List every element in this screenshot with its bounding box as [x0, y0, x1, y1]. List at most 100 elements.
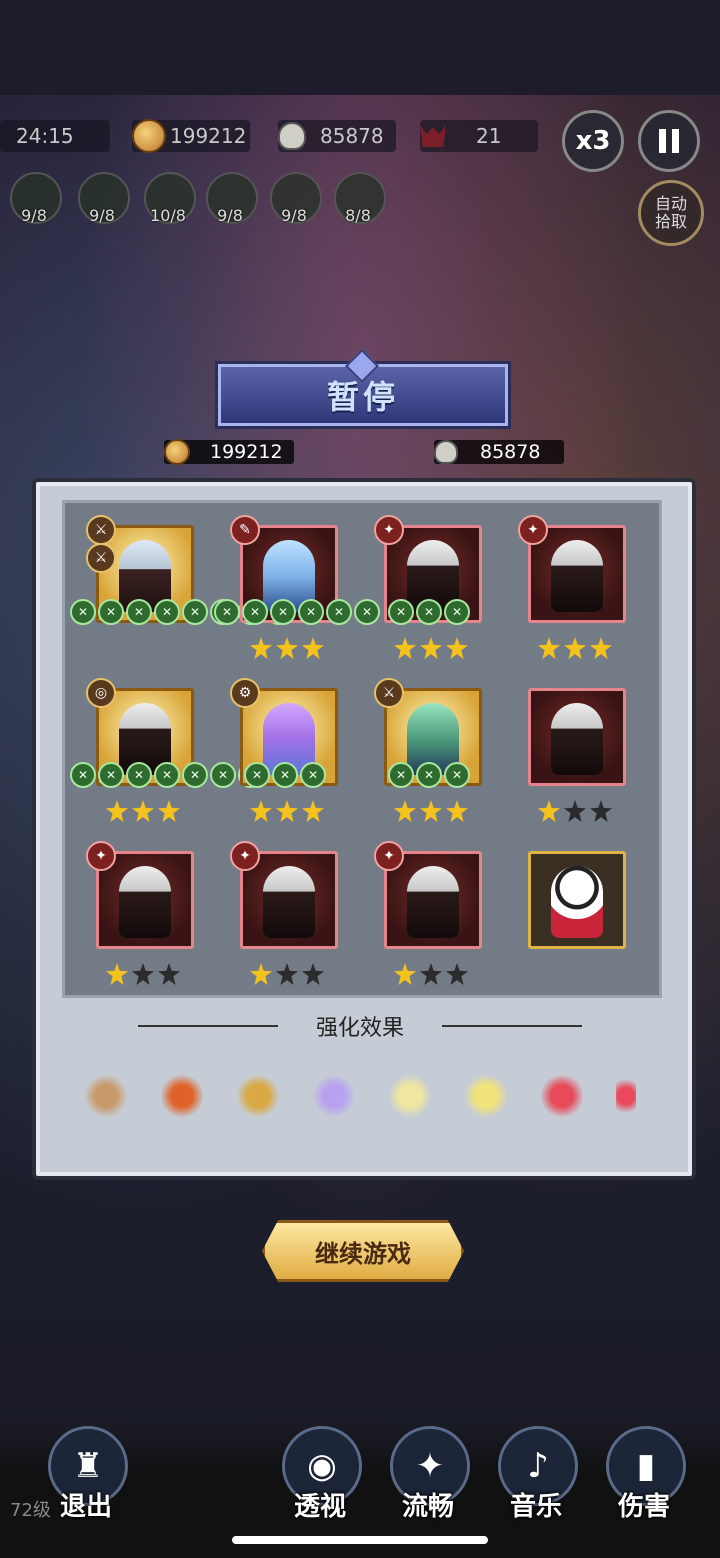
auto-pickup-label: 自动 拾取: [654, 194, 687, 231]
star-icon: [132, 963, 154, 985]
home-indicator[interactable]: [232, 1536, 488, 1544]
spirit-icon[interactable]: [312, 1074, 356, 1118]
hero-portrait: [551, 540, 603, 612]
skill-level: 9/8: [281, 206, 307, 225]
dock-label: 流畅: [401, 1492, 454, 1522]
star-icon: [158, 800, 180, 822]
hero-portrait: [119, 866, 171, 938]
divider-right: [442, 1025, 582, 1027]
rune-icon: ✕: [98, 762, 124, 788]
dock-label: 伤害: [617, 1492, 670, 1522]
rune-icon: ✕: [126, 762, 152, 788]
pause-button[interactable]: [638, 110, 700, 172]
star-rating: [250, 637, 324, 659]
rune-icon: ✕: [388, 599, 414, 625]
star-icon: [276, 963, 298, 985]
skill-level: 9/8: [21, 206, 47, 225]
skill-level: 9/8: [89, 206, 115, 225]
rune-icon: ✕: [154, 762, 180, 788]
rune-icon: ✕: [210, 762, 236, 788]
spellbook-icon[interactable]: [236, 1074, 280, 1118]
star-icon: [446, 637, 468, 659]
star-icon: [132, 800, 154, 822]
feather-icon[interactable]: [388, 1074, 432, 1118]
rune-icon: ✕: [300, 762, 326, 788]
speed-button[interactable]: x3: [562, 110, 624, 172]
level-text: 72级: [10, 1500, 51, 1521]
rune-icon: ✕: [126, 599, 152, 625]
coin-icon: [164, 439, 190, 465]
rune-icon: ✕: [182, 599, 208, 625]
star-rating: [106, 800, 180, 822]
swirl-icon: ◎: [86, 678, 116, 708]
kill-pill: 85878: [278, 120, 396, 152]
star-icon: [564, 800, 586, 822]
wave-pill: 21: [420, 120, 538, 152]
hammer-icon: ✦: [518, 515, 548, 545]
puppet-icon[interactable]: [84, 1074, 128, 1118]
skill-level: 10/8: [150, 206, 186, 225]
pause-kill-pill: 85878: [434, 440, 564, 464]
star-rating: [250, 800, 324, 822]
star-icon: [446, 800, 468, 822]
red-sword-icon[interactable]: [540, 1074, 584, 1118]
auto-pickup-button[interactable]: 自动 拾取: [638, 180, 704, 246]
star-icon: [250, 800, 272, 822]
hero-card[interactable]: [528, 851, 626, 949]
status-bar-area: [0, 0, 720, 95]
pause-icon: [659, 129, 679, 153]
rune-icon: ✕: [388, 762, 414, 788]
star-rating: [394, 637, 468, 659]
star-rating: [538, 800, 612, 822]
rune-icon: ✕: [416, 762, 442, 788]
timer-text: 24:15: [16, 124, 74, 148]
hammer-icon: ✦: [86, 841, 116, 871]
star-rating: [250, 963, 324, 985]
star-icon: [158, 963, 180, 985]
rune-icon: ✕: [154, 599, 180, 625]
rune-icon: ✕: [70, 599, 96, 625]
gear-icon: ⚙: [230, 678, 260, 708]
red-sword-icon[interactable]: [616, 1074, 636, 1118]
rune-icon: ✕: [70, 762, 96, 788]
star-icon: [538, 800, 560, 822]
rune-icon: ✕: [298, 599, 324, 625]
hammer-icon: ✦: [374, 841, 404, 871]
rune-icon: ✕: [326, 599, 352, 625]
hammer-icon: ✦: [230, 841, 260, 871]
pause-coin-count: 199212: [210, 441, 283, 463]
sword-icon: ⚔: [86, 515, 116, 545]
demon-icon: [420, 125, 446, 147]
flame-sword-icon[interactable]: [160, 1074, 204, 1118]
star-icon: [590, 800, 612, 822]
rune-icon: ✕: [182, 762, 208, 788]
star-icon: [538, 637, 560, 659]
rune-icon: ✕: [416, 599, 442, 625]
eye-swirl-icon: ◉: [307, 1446, 337, 1486]
buff-section-title: 强化效果: [315, 1016, 404, 1041]
star-icon: [394, 800, 416, 822]
continue-button[interactable]: 继续游戏: [262, 1220, 464, 1282]
rune-icon: ✕: [354, 599, 380, 625]
dock-label: 音乐: [509, 1492, 562, 1522]
star-icon: [106, 963, 128, 985]
star-icon: [302, 800, 324, 822]
pause-coin-pill: 199212: [164, 439, 294, 465]
star-icon: [276, 637, 298, 659]
star-icon: [394, 637, 416, 659]
crossed-swords-icon[interactable]: [464, 1074, 508, 1118]
rune-icon: ✕: [444, 599, 470, 625]
rune-icon: ✕: [444, 762, 470, 788]
star-icon: [394, 963, 416, 985]
star-icon: [302, 637, 324, 659]
rune-icon: ✕: [242, 599, 268, 625]
skull-icon: [278, 122, 306, 150]
coin-pill: 199212: [132, 119, 250, 153]
continue-label: 继续游戏: [315, 1239, 411, 1268]
hammer-icon: ✦: [374, 515, 404, 545]
hero-card[interactable]: [528, 688, 626, 786]
star-icon: [276, 800, 298, 822]
star-icon: [420, 800, 442, 822]
star-rating: [538, 637, 612, 659]
skull-icon: [434, 440, 458, 464]
